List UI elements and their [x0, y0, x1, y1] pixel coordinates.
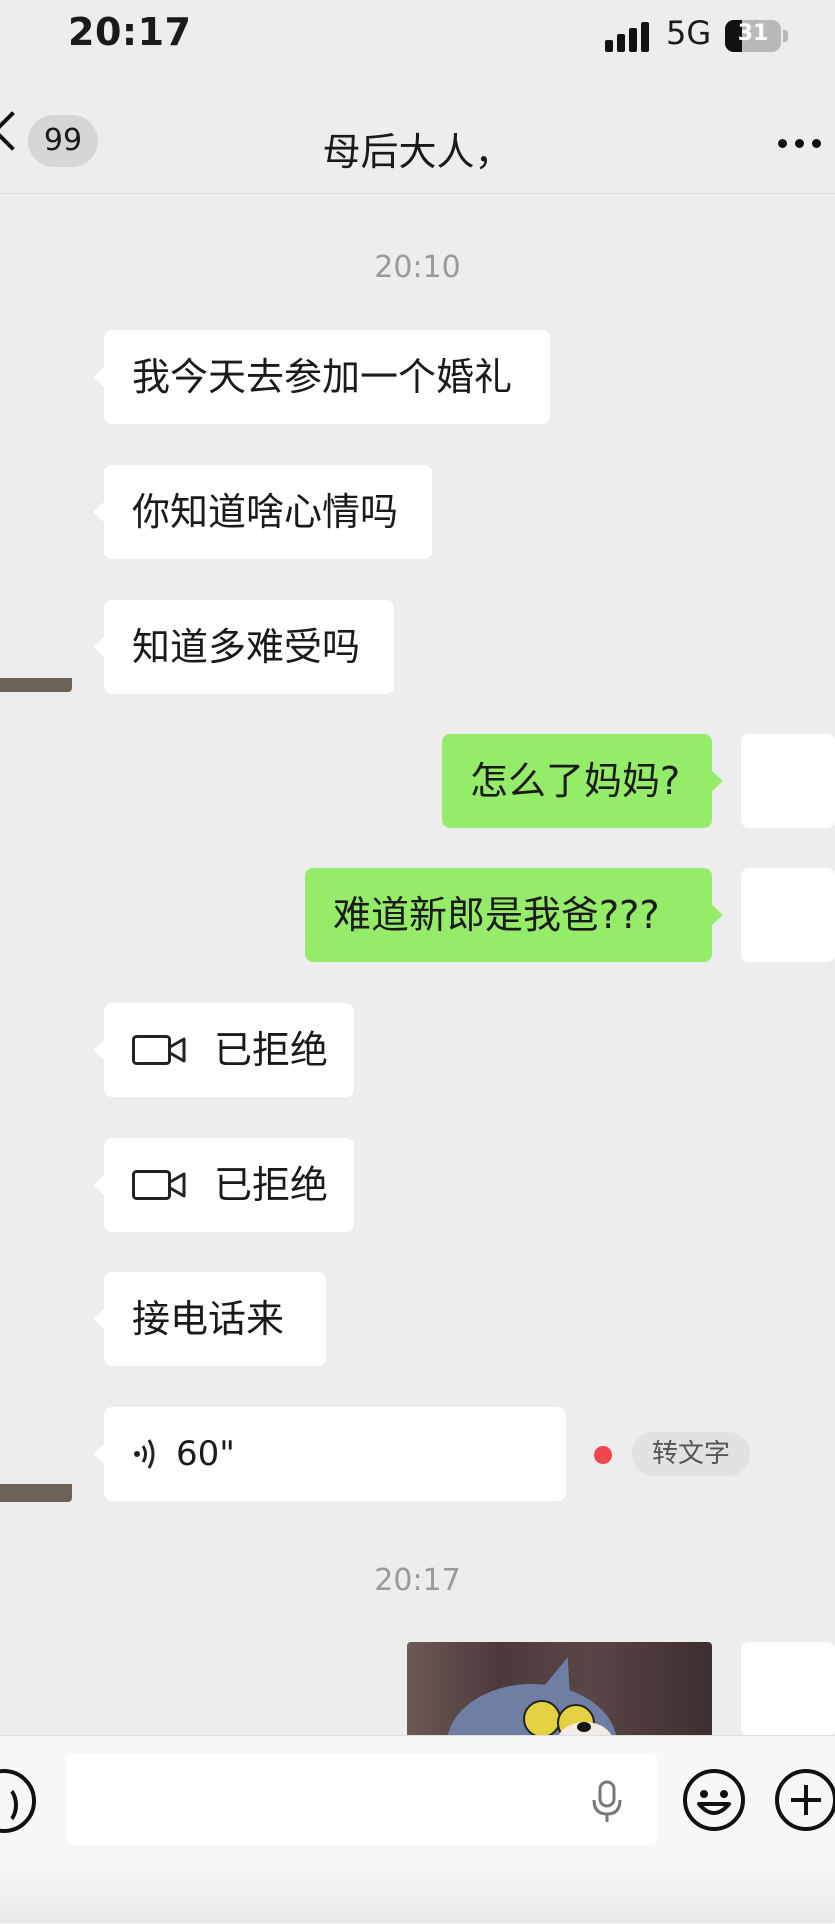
more-options-icon[interactable] [778, 139, 822, 149]
signal-icon [605, 22, 651, 52]
status-bar: 20:17 5G 31 [0, 0, 835, 75]
video-call-message[interactable]: 已拒绝 [93, 1138, 354, 1232]
user-avatar[interactable] [741, 868, 835, 962]
incoming-message[interactable]: 你知道啥心情吗 [93, 465, 432, 559]
user-avatar[interactable] [741, 1642, 835, 1736]
image-message[interactable] [407, 1642, 712, 1742]
voice-input-toggle-icon[interactable] [0, 1769, 36, 1833]
timestamp: 20:17 [374, 1563, 461, 1598]
chat-header: 99 母后大人， [0, 75, 835, 194]
incoming-message[interactable]: 接电话来 [93, 1272, 326, 1366]
video-call-icon [132, 1170, 186, 1200]
network-type: 5G [666, 14, 712, 52]
sender-avatar[interactable] [0, 1484, 72, 1502]
incoming-message[interactable]: 我今天去参加一个婚礼 [93, 330, 550, 424]
call-status-text: 已拒绝 [214, 1028, 329, 1072]
plus-icon[interactable] [774, 1768, 835, 1832]
emoji-icon[interactable] [682, 1768, 746, 1832]
call-status-text: 已拒绝 [214, 1163, 329, 1207]
outgoing-message[interactable]: 怎么了妈妈? [442, 734, 723, 828]
transcribe-button[interactable]: 转文字 [632, 1432, 750, 1476]
video-call-icon [132, 1035, 186, 1065]
voice-duration: 60" [176, 1434, 235, 1474]
home-indicator-area [0, 1870, 835, 1923]
voice-wave-icon [134, 1439, 155, 1469]
video-call-message[interactable]: 已拒绝 [93, 1003, 354, 1097]
sender-avatar[interactable] [0, 678, 72, 692]
battery-icon: 31 [725, 20, 781, 52]
message-input[interactable] [66, 1753, 658, 1845]
incoming-message[interactable]: 知道多难受吗 [93, 600, 394, 694]
outgoing-message[interactable]: 难道新郎是我爸??? [305, 868, 723, 962]
unread-dot [594, 1446, 612, 1464]
cat-nose [577, 1722, 591, 1732]
user-avatar[interactable] [741, 734, 835, 828]
battery-level: 31 [737, 21, 769, 46]
microphone-icon[interactable] [590, 1780, 624, 1824]
voice-message[interactable]: 60" [93, 1407, 566, 1501]
battery-tip [783, 30, 788, 42]
status-time: 20:17 [68, 10, 192, 54]
chat-title: 母后大人， [322, 130, 513, 174]
timestamp: 20:10 [374, 250, 461, 285]
cat-eye [523, 1700, 561, 1738]
